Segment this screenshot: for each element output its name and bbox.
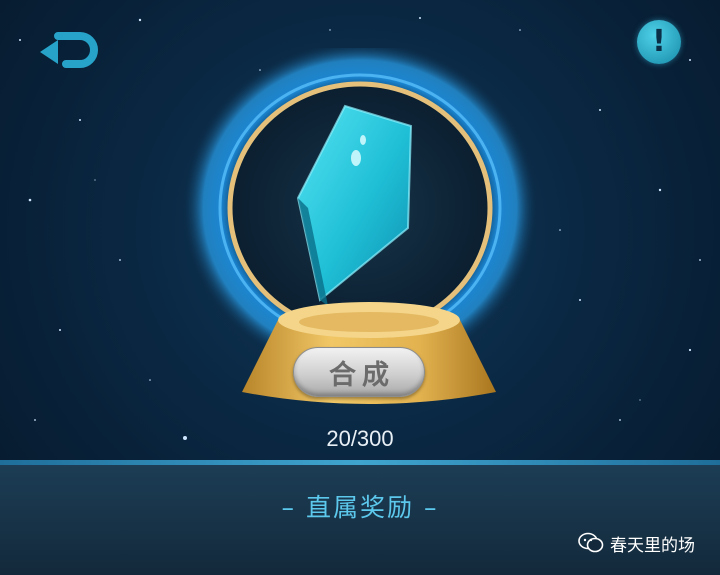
watermark: 春天里的场: [578, 529, 695, 557]
wechat-chat-icon: [578, 532, 604, 553]
progress-count: 20/300: [326, 426, 394, 451]
exclamation-icon: !: [652, 24, 666, 59]
synthesize-button[interactable]: 合成: [293, 347, 425, 397]
back-button[interactable]: [36, 22, 102, 74]
watermark-text: 春天里的场: [610, 535, 695, 556]
rewards-title: – 直属奖励 –: [281, 493, 439, 522]
back-arrow-icon: [40, 32, 98, 68]
info-button[interactable]: !: [637, 20, 681, 64]
